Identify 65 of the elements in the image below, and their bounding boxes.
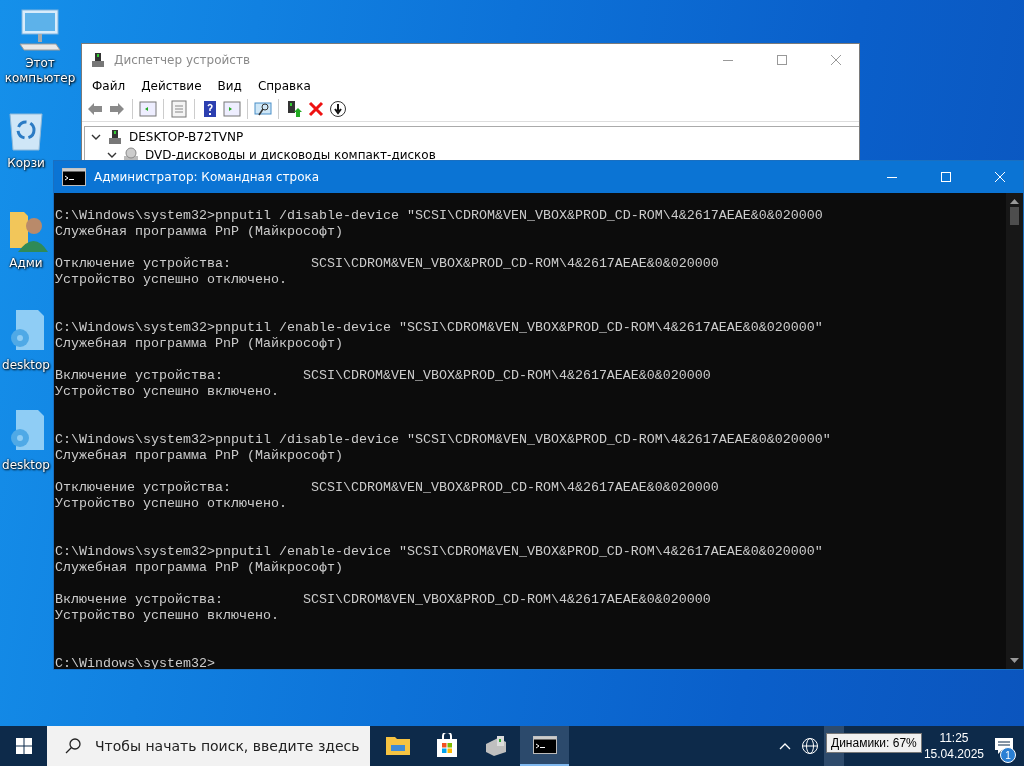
window-title: Администратор: Командная строка — [94, 170, 321, 184]
tree-item[interactable]: DESKTOP-B72TVNP — [129, 130, 244, 144]
date: 15.04.2025 — [923, 746, 984, 762]
tree-item[interactable]: DVD-дисководы и дисководы компакт-дисков — [145, 148, 436, 162]
device-update-icon[interactable] — [285, 99, 303, 118]
search-field[interactable]: Чтобы начать поиск, введите здесь — [47, 726, 370, 766]
panel-icon[interactable] — [139, 99, 157, 118]
close-icon — [831, 55, 841, 65]
tooltip: Динамики: 67% — [826, 733, 922, 753]
computer-node-icon — [90, 52, 106, 68]
chevron-down-icon[interactable] — [91, 132, 101, 142]
menu-item[interactable]: Действие — [133, 79, 210, 93]
printer-device-icon — [483, 734, 508, 756]
help-icon[interactable] — [201, 99, 219, 118]
search-input[interactable]: Чтобы начать поиск, введите здесь — [93, 737, 363, 755]
command-line: C:\Windows\system32>pnputil /enable-device "SCSI\CDROM&VEN_VBOX&PROD_CD-ROM\4&2617AEAE&0&020000" — [55, 320, 823, 335]
taskbar-app[interactable] — [520, 726, 569, 766]
desktop-shortcut[interactable]: desktop — [0, 408, 52, 508]
desktop-shortcut[interactable]: desktop — [0, 308, 52, 408]
scrollbar[interactable] — [1006, 193, 1023, 669]
windows-logo-icon — [15, 738, 32, 754]
prompt-line: C:\Windows\system32> — [55, 656, 215, 669]
command-line: C:\Windows\system32>pnputil /disable-device "SCSI\CDROM&VEN_VBOX&PROD_CD-ROM\4&2617AEAE&0&020000" — [55, 432, 831, 447]
monitor-icon — [16, 8, 64, 52]
close-icon — [995, 172, 1005, 182]
output-line: Устройство успешно включено. — [55, 384, 279, 399]
output-line: Служебная программа PnP (Майкрософт) — [55, 336, 343, 351]
output-line: Отключение устройства: SCSI\CDROM&VEN_VBOX&PROD_CD-ROM\4&2617AEAE&0&020000 — [55, 256, 719, 271]
scroll-thumb — [1010, 207, 1019, 225]
output-line: Отключение устройства: SCSI\CDROM&VEN_VBOX&PROD_CD-ROM\4&2617AEAE&0&020000 — [55, 480, 719, 495]
desktop-shortcut[interactable]: Этот компьютер — [0, 8, 80, 108]
download-circle-icon[interactable] — [329, 99, 347, 118]
computer-node-icon — [107, 129, 123, 145]
shopping-bag-icon — [435, 733, 458, 757]
output-line: Включение устройства: SCSI\CDROM&VEN_VBOX&PROD_CD-ROM\4&2617AEAE&0&020000 — [55, 368, 711, 383]
menu-item[interactable]: Вид — [209, 79, 250, 93]
terminal-icon — [62, 168, 86, 186]
time: 11:25 — [939, 730, 969, 746]
chevron-down-icon[interactable] — [107, 150, 117, 160]
notification-count: 1 — [1000, 747, 1016, 763]
output-line: Устройство успешно включено. — [55, 608, 279, 623]
output-line: Устройство успешно отключено. — [55, 496, 287, 511]
output-line: Устройство успешно отключено. — [55, 272, 287, 287]
scroll-up-arrow-icon — [1010, 198, 1019, 204]
window-title: Диспетчер устройств — [114, 53, 251, 67]
caret-up-icon — [778, 742, 791, 750]
delete-icon[interactable] — [307, 99, 325, 118]
folder-icon — [385, 735, 410, 755]
maximize-icon — [777, 55, 787, 65]
menu-item[interactable]: Справка — [249, 79, 319, 93]
search-icon — [65, 738, 81, 754]
output-line: Служебная программа PnP (Майкрософт) — [55, 448, 343, 463]
maximize-icon — [941, 172, 951, 182]
output-line: Служебная программа PnP (Майкрософт) — [55, 224, 343, 239]
command-line: C:\Windows\system32>pnputil /disable-device "SCSI\CDROM&VEN_VBOX&PROD_CD-ROM\4&2617AEAE&0&020000 — [55, 208, 823, 223]
scroll-down-arrow-icon — [1010, 658, 1019, 664]
globe-icon — [800, 737, 819, 755]
terminal-icon — [532, 736, 557, 754]
output-line: Служебная программа PnP (Майкрософт) — [55, 560, 343, 575]
menu-item[interactable]: Файл — [84, 79, 134, 93]
notifications-button[interactable]: 1 — [984, 726, 1024, 766]
command-line: C:\Windows\system32>pnputil /enable-device "SCSI\CDROM&VEN_VBOX&PROD_CD-ROM\4&2617AEAE&0&020000" — [55, 544, 823, 559]
output-line: Включение устройства: SCSI\CDROM&VEN_VBOX&PROD_CD-ROM\4&2617AEAE&0&020000 — [55, 592, 711, 607]
clock[interactable]: 11:25 15.04.2025 — [923, 730, 984, 762]
monitor-search-icon[interactable] — [254, 99, 272, 118]
